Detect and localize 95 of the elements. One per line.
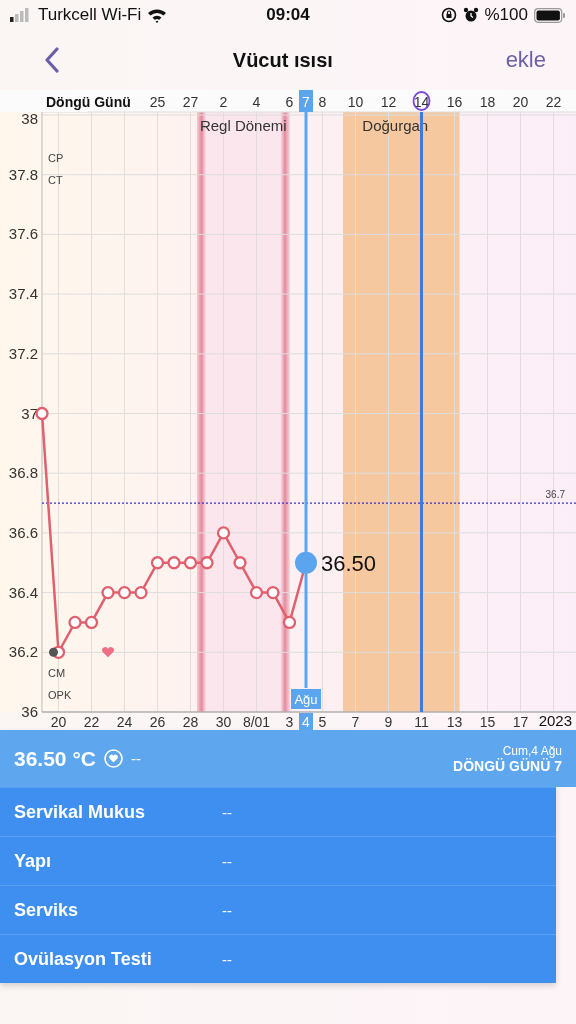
y-axis-label: 37.4 [8,285,38,303]
heart-icon [102,647,114,658]
cycle-day-label: 10 [347,94,364,110]
cycle-day-label: 22 [545,94,562,110]
row-label: Yapı [14,850,53,872]
cycle-day-label: 16 [446,94,463,110]
add-button[interactable]: ekle [505,47,546,73]
y-axis-label: 38 [21,110,38,127]
note-value: -- [130,750,141,767]
date-label: 15 [479,714,496,730]
marker-dot [49,647,58,657]
row-value: -- [222,852,232,870]
detail-row[interactable]: Yapı -- [0,836,556,885]
date-label: 5 [318,714,327,730]
temperature-point[interactable] [68,615,82,630]
clock-time: 09:04 [266,5,310,25]
temperature-point[interactable] [249,585,264,600]
temperature-point[interactable] [167,556,181,570]
detail-row[interactable]: Ovülasyon Testi -- [0,934,556,983]
y-axis-label: 37.2 [8,344,38,362]
temperature-point[interactable] [134,585,148,600]
selected-value: 36.50 [321,550,377,576]
selected-point[interactable] [295,551,317,574]
cycle-day-text: DÖNGÜ GÜNÜ 7 [453,757,562,774]
date-label: 7 [351,714,360,730]
date-label: 17 [512,714,529,730]
date-text: Cum,4 Ağu [502,743,562,758]
back-button[interactable] [44,47,60,73]
date-label: 20 [50,714,67,730]
temperature-reading: 36.50 °C [14,746,96,771]
selected-cycle-day[interactable]: 7 [299,90,313,112]
temperature-point[interactable] [233,556,247,570]
temperature-point[interactable] [183,556,198,570]
y-axis-label: 37.8 [8,165,38,183]
date-label: 24 [116,714,133,730]
zone-label: Regl Dönemi [199,117,287,134]
temperature-point[interactable] [101,585,115,600]
temperature-point[interactable] [266,585,280,600]
signal-icon [10,8,32,22]
detail-row[interactable]: Serviks -- [0,885,556,934]
y-axis-label: 36 [21,703,38,720]
page-title: Vücut ısısı [232,48,333,72]
cycle-day-label: 4 [252,94,261,110]
log-label: OPK [48,689,72,701]
cycle-day-label: 6 [285,94,294,110]
temperature-point[interactable] [117,585,132,600]
date-label: 13 [446,714,463,730]
log-label: CP [48,152,64,164]
date-label: 11 [414,714,429,730]
y-axis-label: 36.2 [8,643,38,661]
cycle-day-label: 12 [380,94,397,110]
date-label: 28 [182,714,199,730]
year-label: 2023 [538,712,572,729]
month-tag: Ağu [291,689,321,709]
temperature-point[interactable] [150,556,165,570]
log-label: CM [48,667,66,679]
date-label: 26 [149,714,166,730]
row-value: -- [222,901,232,919]
y-axis-label: 37.6 [8,225,38,243]
coverline-label: 36.7 [545,489,565,501]
date-label: 9 [384,714,393,730]
row-value: -- [222,803,232,821]
temperature-point[interactable] [216,526,231,540]
y-axis-label: 36.4 [8,583,38,601]
battery-icon [534,7,566,23]
temperature-point[interactable] [35,406,49,421]
cycle-day-label: 27 [182,94,199,110]
rotation-lock-icon [440,7,457,23]
date-label: 30 [215,714,232,730]
log-label: CT [48,174,63,186]
axis-title: Döngü Günü [46,94,131,110]
temperature-point[interactable] [282,615,297,630]
date-label: 22 [83,714,100,730]
cycle-day-label: 18 [479,94,496,110]
temperature-point[interactable] [200,556,214,570]
selected-date[interactable]: 4 [299,713,313,730]
y-axis-label: 36.6 [8,523,38,541]
detail-row[interactable]: Servikal Mukus -- [0,787,556,836]
row-label: Serviks [14,899,80,921]
date-label: 8/01 [242,714,271,730]
wifi-icon [147,7,168,23]
y-axis-label: 37 [21,404,38,422]
cycle-day-label: 20 [512,94,529,110]
row-label: Ovülasyon Testi [14,948,153,970]
cycle-day-label: 25 [149,94,166,110]
y-axis-label: 36.8 [8,464,38,482]
date-label: 3 [285,714,294,730]
battery-percent: %100 [484,5,528,25]
alarm-icon [462,7,479,23]
cycle-day-label: 8 [318,94,327,110]
temperature-point[interactable] [84,615,99,630]
row-value: -- [222,950,232,968]
carrier-name: Turkcell Wi-Fi [38,5,142,25]
cycle-day-label: 2 [219,94,228,110]
row-label: Servikal Mukus [14,801,147,823]
